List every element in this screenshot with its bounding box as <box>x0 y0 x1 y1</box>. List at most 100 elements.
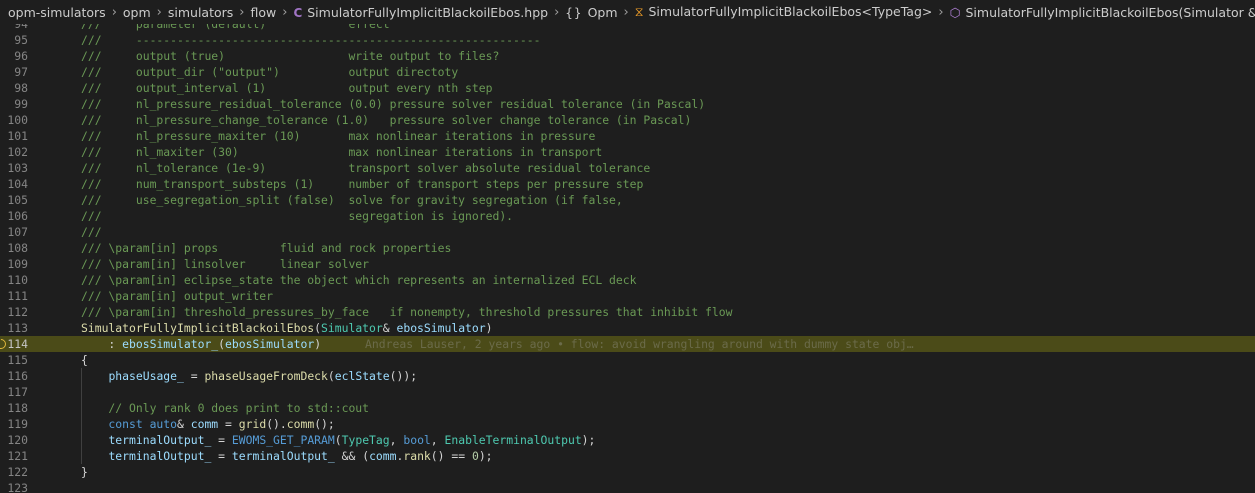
indent-guide <box>81 416 82 432</box>
breadcrumb-item[interactable]: ⬡ SimulatorFullyImplicitBlackoilEbos(Simu… <box>950 5 1255 20</box>
code-line[interactable]: 119 const auto& comm = grid().comm(); <box>0 416 1255 432</box>
line-number: 118 <box>7 401 28 415</box>
breadcrumb-item[interactable]: opm-simulators <box>8 5 106 20</box>
code-text: /// \param[in] threshold_pressures_by_fa… <box>81 304 733 320</box>
cpp-header-file-icon: C <box>293 5 303 20</box>
breadcrumb-item[interactable]: C SimulatorFullyImplicitBlackoilEbos.hpp <box>293 5 548 20</box>
breadcrumb-item-label: Opm <box>587 4 618 20</box>
code-token: ()); <box>389 369 418 383</box>
breadcrumb-item[interactable]: simulators <box>168 5 233 20</box>
code-token: ( <box>327 369 335 383</box>
breadcrumb-item[interactable]: {} Opm <box>565 5 617 20</box>
code-line[interactable]: 116 phaseUsage_ = phaseUsageFromDeck(ecl… <box>0 368 1255 384</box>
code-text: /// output (true) write output to files? <box>81 48 499 64</box>
breadcrumb-item[interactable]: opm <box>123 5 151 20</box>
code-line[interactable]: 97 /// output_dir ("output") output direc… <box>0 64 1255 80</box>
code-token: phaseUsageFromDeck <box>204 369 328 383</box>
code-text: terminalOutput_ = EWOMS_GET_PARAM(TypeTa… <box>81 432 595 448</box>
code-token: = <box>211 449 232 463</box>
code-line[interactable]: 98 /// output_interval (1) output every n… <box>0 80 1255 96</box>
code-line[interactable]: 114 : ebosSimulator_(ebosSimulator) Andre… <box>0 336 1255 352</box>
code-line[interactable]: 113 SimulatorFullyImplicitBlackoilEbos(Si… <box>0 320 1255 336</box>
code-text: } <box>81 464 88 480</box>
code-token: bool <box>403 433 431 447</box>
code-token: /// \param[in] threshold_pressures_by_fa… <box>81 305 733 319</box>
code-text: /// parameter (default) effect <box>81 24 390 32</box>
code-line[interactable]: 115 { <box>0 352 1255 368</box>
breadcrumb-item[interactable]: flow <box>250 5 276 20</box>
code-token: = <box>211 433 232 447</box>
code-token: ( <box>314 321 322 335</box>
code-token: } <box>81 465 88 479</box>
code-token: = <box>183 369 205 383</box>
breadcrumb-item[interactable]: ⧖ SimulatorFullyImplicitBlackoilEbos<Type… <box>635 4 933 20</box>
code-text: /// nl_pressure_residual_tolerance (0.0)… <box>81 96 705 112</box>
code-line[interactable]: 103 /// nl_tolerance (1e-9) transport sol… <box>0 160 1255 176</box>
code-line[interactable]: 99 /// nl_pressure_residual_tolerance (0.… <box>0 96 1255 112</box>
code-text: /// ------------------------------------… <box>81 32 540 48</box>
line-number: 97 <box>14 65 28 79</box>
code-line[interactable]: 100 /// nl_pressure_change_tolerance (1.0… <box>0 112 1255 128</box>
code-token: && ( <box>334 449 370 463</box>
code-line[interactable]: 105 /// use_segregation_split (false) sol… <box>0 192 1255 208</box>
code-token: /// \param[in] linsolver linear solver <box>81 257 370 271</box>
code-token: , <box>389 433 404 447</box>
code-text: /// <box>81 224 102 240</box>
line-number: 123 <box>7 481 28 493</box>
code-token: auto <box>149 417 178 431</box>
code-token: /// output_interval (1) output every nth… <box>81 81 493 95</box>
code-line[interactable]: 120 terminalOutput_ = EWOMS_GET_PARAM(Ty… <box>0 432 1255 448</box>
code-line[interactable]: 106 /// segregation is ignored). <box>0 208 1255 224</box>
code-token: /// output (true) write output to files? <box>81 49 500 63</box>
code-line[interactable]: 123 <box>0 480 1255 493</box>
code-line[interactable]: 104 /// num_transport_substeps (1) number… <box>0 176 1255 192</box>
code-text: /// \param[in] props fluid and rock prop… <box>81 240 451 256</box>
code-line[interactable]: 122} <box>0 464 1255 480</box>
indent-guide <box>81 368 82 384</box>
code-line[interactable]: 94 /// parameter (default) effect <box>0 24 1255 32</box>
code-line[interactable]: 101 /// nl_pressure_maxiter (10) max nonl… <box>0 128 1255 144</box>
line-number: 107 <box>7 225 28 239</box>
code-token: comm <box>286 417 315 431</box>
code-line[interactable]: 118 // Only rank 0 does print to std::co… <box>0 400 1255 416</box>
code-line[interactable]: 117 <box>0 384 1255 400</box>
code-text: /// \param[in] output_writer <box>81 288 273 304</box>
code-token: /// use_segregation_split (false) solve … <box>81 193 623 207</box>
code-line[interactable]: 111 /// \param[in] output_writer <box>0 288 1255 304</box>
line-number: 109 <box>7 257 28 271</box>
code-token: & <box>177 417 191 431</box>
code-token: /// num_transport_substeps (1) number of… <box>81 177 644 191</box>
namespace-icon: {} <box>565 5 583 20</box>
code-token: ( <box>218 337 226 351</box>
line-number: 111 <box>7 289 28 303</box>
line-number: 112 <box>7 305 28 319</box>
code-line[interactable]: 96 /// output (true) write output to file… <box>0 48 1255 64</box>
code-line[interactable]: 107 /// <box>0 224 1255 240</box>
code-token: & <box>382 321 397 335</box>
code-text: const auto& comm = grid().comm(); <box>81 416 335 432</box>
code-line[interactable]: 109 /// \param[in] linsolver linear solve… <box>0 256 1255 272</box>
code-token: (); <box>314 417 335 431</box>
indent-guide <box>81 400 82 416</box>
editor-lines: 94 /// parameter (default) effect 95 /// --… <box>0 24 1255 493</box>
code-token: : <box>81 337 123 351</box>
code-editor[interactable]: 94 /// parameter (default) effect 95 /// --… <box>0 24 1255 493</box>
code-token: /// <box>81 225 102 239</box>
code-line[interactable]: 110 /// \param[in] eclipse_state the obje… <box>0 272 1255 288</box>
code-line[interactable]: 121 terminalOutput_ = terminalOutput_ &&… <box>0 448 1255 464</box>
code-line[interactable]: 112 /// \param[in] threshold_pressures_by… <box>0 304 1255 320</box>
code-token: eclState <box>334 369 390 383</box>
code-text: /// \param[in] linsolver linear solver <box>81 256 369 272</box>
code-line[interactable]: 108 /// \param[in] props fluid and rock p… <box>0 240 1255 256</box>
code-token: terminalOutput_ <box>231 449 335 463</box>
line-number: 110 <box>7 273 28 287</box>
class-icon: ⧖ <box>634 4 644 19</box>
code-line[interactable]: 95 /// ----------------------------------… <box>0 32 1255 48</box>
breadcrumb-item-label: simulators <box>167 4 234 20</box>
indent-guide <box>81 432 82 448</box>
code-text: /// output_interval (1) output every nth… <box>81 80 492 96</box>
code-line[interactable]: 102 /// nl_maxiter (30) max nonlinear ite… <box>0 144 1255 160</box>
breadcrumb-separator-icon: › <box>239 4 245 20</box>
breadcrumb-item-label: opm-simulators <box>8 4 106 20</box>
